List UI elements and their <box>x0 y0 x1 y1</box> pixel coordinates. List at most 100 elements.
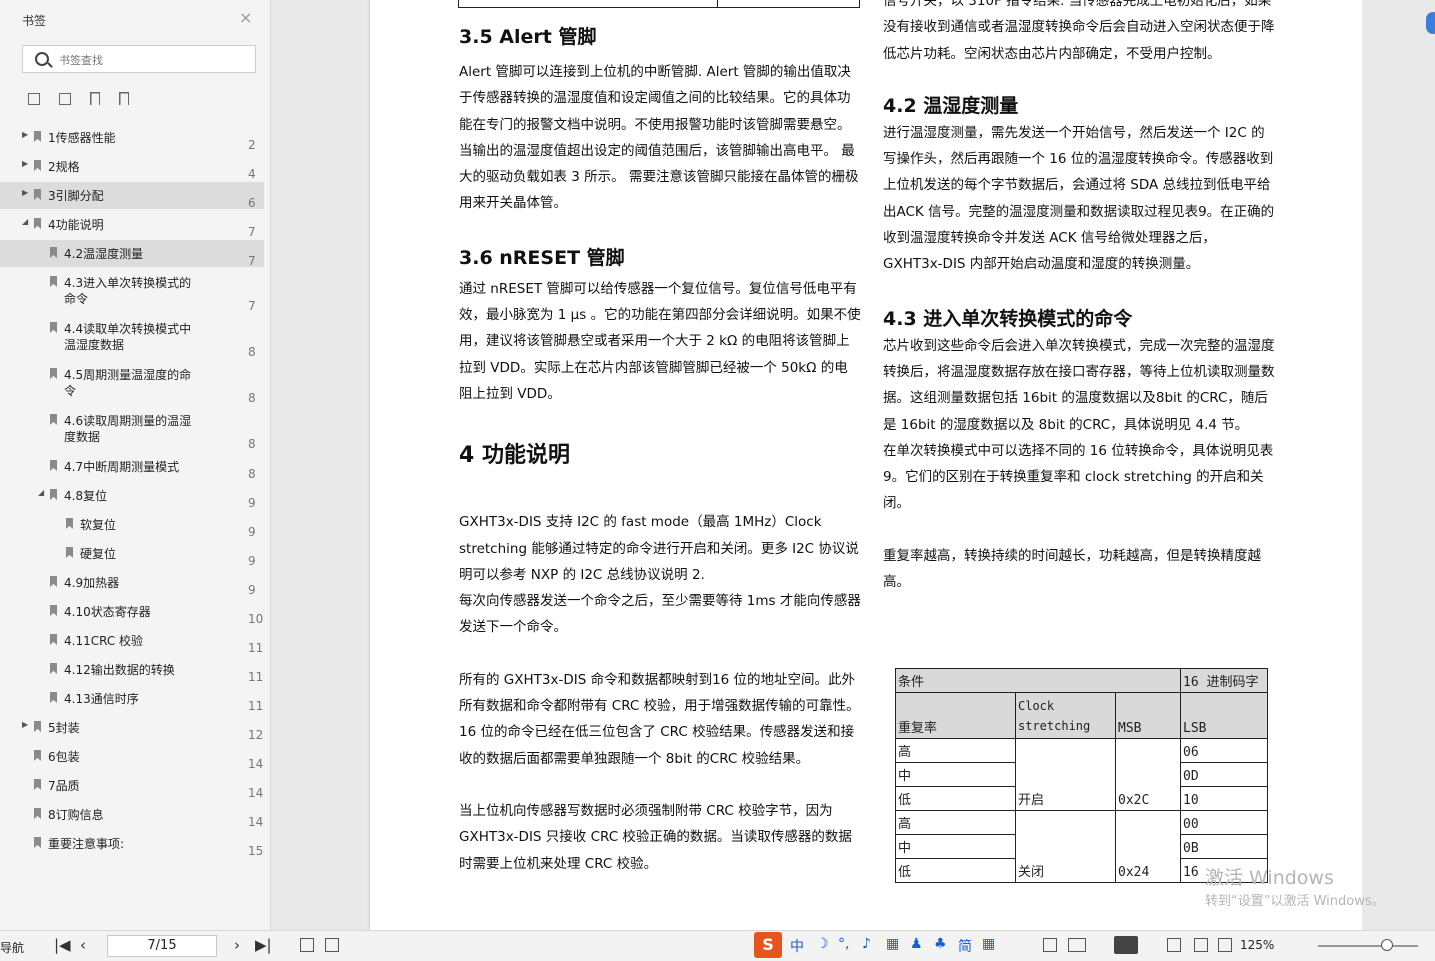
table-header-condition: 条件 <box>895 668 1181 693</box>
grid-icon[interactable]: ▦ <box>982 936 995 952</box>
first-page-icon[interactable]: |◀ <box>54 936 71 954</box>
punctuation-icon[interactable]: °, <box>838 936 849 952</box>
toc-item-page: 7 <box>248 225 256 239</box>
next-page-icon[interactable]: › <box>234 936 240 954</box>
last-page-icon[interactable]: ▶| <box>255 936 272 954</box>
toc-item-label: 4.12输出数据的转换 <box>64 663 175 677</box>
ime-simplified-mode[interactable]: 简 <box>958 936 972 956</box>
fit-width-icon[interactable] <box>300 938 314 952</box>
toc-item-page: 12 <box>248 728 264 742</box>
single-page-icon[interactable] <box>1043 938 1057 952</box>
document-page: 3.5 Alert 管脚 Alert 管脚可以连接到上位机的中断管脚. Aler… <box>370 0 1362 930</box>
toc-item-label: 5封装 <box>48 721 80 735</box>
expand-arrow-icon[interactable]: ▶ <box>22 130 28 139</box>
toc-item[interactable]: 重要注意事项: 15 <box>0 830 264 858</box>
toc-item[interactable]: 硬复位 9 <box>0 540 264 568</box>
toc-item[interactable]: 4.10状态寄存器 10 <box>0 598 264 626</box>
bookmark-flag-icon <box>34 721 41 732</box>
bookmark-flag-icon <box>50 460 57 471</box>
add-bookmark-icon[interactable] <box>90 92 101 105</box>
section-4-2-body: 进行温湿度测量，需先发送一个开始信号，然后发送一个 I2C 的写操作头，然后再跟… <box>883 124 1275 273</box>
table-header-clock: Clock stretching <box>1015 692 1116 739</box>
table-fragment <box>458 0 860 8</box>
collapse-arrow-icon[interactable]: ◢ <box>22 217 28 226</box>
bookmark-flag-icon <box>50 663 57 674</box>
keyboard-icon[interactable]: ▦ <box>886 936 899 952</box>
toc-item-label: 4.7中断周期测量模式 <box>64 460 180 474</box>
toc-item-label: 4.8复位 <box>64 489 108 503</box>
expand-arrow-icon[interactable]: ▶ <box>22 188 28 197</box>
fit-page-icon[interactable] <box>325 938 339 952</box>
moon-icon[interactable]: ☽ <box>816 936 829 952</box>
toc-item[interactable]: 4.11CRC 校验 11 <box>0 627 264 655</box>
toc-item-label: 重要注意事项: <box>48 837 125 851</box>
toc-item[interactable]: 软复位 9 <box>0 511 264 539</box>
toc-item[interactable]: 8订购信息 14 <box>0 801 264 829</box>
bookmark-flag-icon <box>50 414 57 425</box>
fit-window-icon[interactable] <box>1194 938 1208 952</box>
rotate-icon[interactable] <box>1218 938 1232 952</box>
toc-item-page: 7 <box>248 254 256 268</box>
toc-item[interactable]: ◢ 4.8复位 9 <box>0 482 264 510</box>
microphone-icon[interactable]: ♪ <box>862 936 871 952</box>
page-number-input[interactable]: 7/15 <box>107 935 217 957</box>
expand-arrow-icon[interactable]: ▶ <box>22 159 28 168</box>
user-icon[interactable]: ♟ <box>910 936 923 952</box>
toc-item[interactable]: ▶ 5封装 12 <box>0 714 264 742</box>
play-icon[interactable] <box>1114 936 1138 954</box>
prev-page-icon[interactable]: ‹ <box>80 936 86 954</box>
toc-item-page: 15 <box>248 844 264 858</box>
windows-watermark-subtitle: 转到“设置”以激活 Windows。 <box>1205 894 1385 909</box>
toc-item[interactable]: 4.9加热器 9 <box>0 569 264 597</box>
toc-item[interactable]: ◢ 4功能说明 7 <box>0 211 264 239</box>
toc-item[interactable]: 4.6读取周期测量的温湿 度数据 8 <box>0 407 264 451</box>
toc-item[interactable]: ▶ 1传感器性能 2 <box>0 124 264 152</box>
toc-item[interactable]: 4.13通信时序 11 <box>0 685 264 713</box>
ime-chinese-mode[interactable]: 中 <box>790 936 804 956</box>
bookmark-search-box[interactable] <box>22 45 256 73</box>
toc-item-label: 8订购信息 <box>48 808 104 822</box>
expand-arrow-icon[interactable]: ▶ <box>22 720 28 729</box>
bookmark-search-input[interactable] <box>57 50 251 70</box>
expand-all-icon[interactable] <box>28 93 40 105</box>
toc-item-label: 4功能说明 <box>48 218 104 232</box>
toc-item[interactable]: 4.3进入单次转换模式的 命令 7 <box>0 269 264 313</box>
bookmark-icon[interactable] <box>119 92 130 105</box>
toc-item[interactable]: 7品质 14 <box>0 772 264 800</box>
toc-item-page: 11 <box>248 670 264 684</box>
toc-item[interactable]: 4.5周期测量温湿度的命 令 8 <box>0 361 264 405</box>
close-icon[interactable]: × <box>239 10 252 26</box>
bookmark-flag-icon <box>66 547 73 558</box>
toc-item-page: 7 <box>248 299 256 313</box>
toc-item-label: 1传感器性能 <box>48 131 116 145</box>
toc-item[interactable]: ▶ 2规格 4 <box>0 153 264 181</box>
zoom-slider-handle[interactable] <box>1381 939 1393 951</box>
zoom-slider[interactable] <box>1318 945 1418 947</box>
toc-item-label: 4.3进入单次转换模式的 命令 <box>64 276 192 306</box>
bookmark-flag-icon <box>50 322 57 333</box>
toc-item[interactable]: 6包装 14 <box>0 743 264 771</box>
table-header-code: 16 进制码字 <box>1180 668 1268 693</box>
sogou-logo-icon[interactable]: S <box>754 932 782 958</box>
toc-item[interactable]: 4.7中断周期测量模式 8 <box>0 453 264 481</box>
section-4-3-para3: 重复率越高，转换持续的时间越长，功耗越高，但是转换精度越高。 <box>883 547 1261 591</box>
collapse-arrow-icon[interactable]: ◢ <box>38 488 44 497</box>
toc-item[interactable]: 4.12输出数据的转换 11 <box>0 656 264 684</box>
bookmark-flag-icon <box>34 218 41 229</box>
cell-clock-off: 关闭 <box>1015 810 1116 883</box>
toc-item-label: 2规格 <box>48 160 80 174</box>
assistant-icon[interactable] <box>1426 12 1435 34</box>
table-header-repeatability: 重复率 <box>895 692 1016 739</box>
nav-label[interactable]: 导航 <box>0 939 24 956</box>
toc-item-label: 4.13通信时序 <box>64 692 139 706</box>
two-page-icon[interactable] <box>1068 938 1086 952</box>
collapse-all-icon[interactable] <box>59 93 72 105</box>
toc-item[interactable]: 4.2温湿度测量 7 <box>0 240 264 268</box>
skin-icon[interactable]: ♣ <box>934 936 947 952</box>
toc-item[interactable]: 4.4读取单次转换模式中 温湿度数据 8 <box>0 315 264 359</box>
actual-size-icon[interactable] <box>1167 938 1181 952</box>
zoom-level[interactable]: 125% <box>1240 938 1274 952</box>
cell-rep: 中 <box>895 834 1016 859</box>
toc-item-page: 14 <box>248 815 264 829</box>
toc-item[interactable]: ▶ 3引脚分配 6 <box>0 182 264 210</box>
